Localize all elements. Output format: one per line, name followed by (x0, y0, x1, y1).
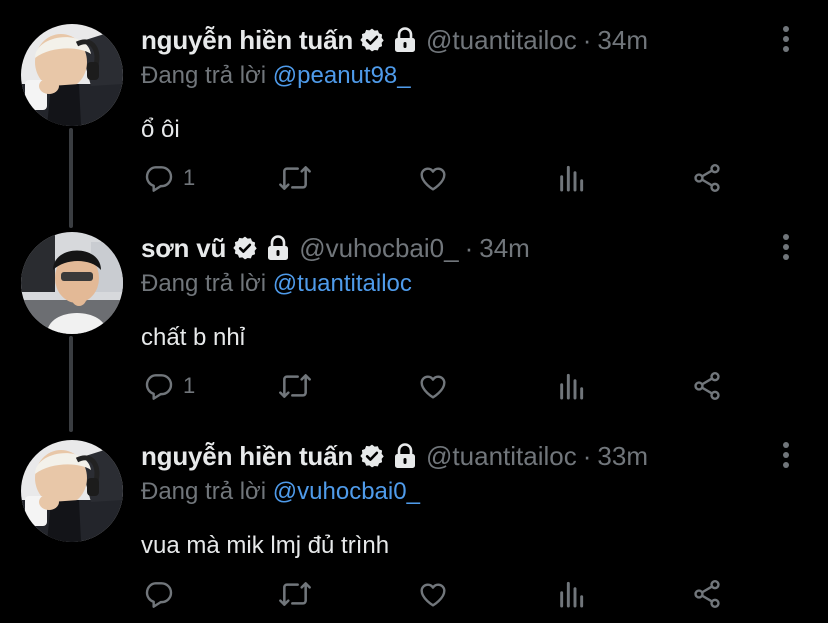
tweet-header: sơn vũ @vuhocbai0_ · 34m (141, 232, 530, 264)
share-icon (691, 578, 723, 610)
replying-to: Đang trả lời @tuantitailoc (141, 270, 412, 298)
separator: · (582, 24, 592, 55)
timestamp[interactable]: 33m (597, 441, 648, 472)
tweet-actions: 1 (141, 161, 781, 201)
views-icon (555, 578, 587, 610)
avatar[interactable] (21, 440, 123, 542)
display-name[interactable]: sơn vũ (141, 233, 226, 264)
avatar[interactable] (21, 24, 123, 126)
lock-icon (266, 235, 290, 261)
tweet[interactable]: nguyễn hiền tuấn @tuantitailoc · 33m Đan… (0, 440, 828, 620)
tweet-header: nguyễn hiền tuấn @tuantitailoc · 33m (141, 440, 648, 472)
username-handle[interactable]: @tuantitailoc (426, 25, 577, 56)
reply-icon (143, 162, 175, 194)
like-icon (417, 370, 449, 402)
more-icon[interactable] (780, 232, 792, 262)
reply-button[interactable]: 1 (143, 369, 195, 403)
retweet-icon (277, 370, 313, 402)
replying-to-label: Đang trả lời (141, 62, 267, 89)
retweet-icon (277, 162, 313, 194)
avatar[interactable] (21, 232, 123, 334)
username-handle[interactable]: @tuantitailoc (426, 441, 577, 472)
more-icon[interactable] (780, 24, 792, 54)
verified-badge-icon (359, 443, 385, 469)
like-button[interactable] (417, 577, 449, 611)
lock-icon (393, 443, 417, 469)
views-icon (555, 162, 587, 194)
tweet-text: ổ ôi (141, 116, 180, 143)
retweet-icon (277, 578, 313, 610)
verified-badge-icon (359, 27, 385, 53)
timestamp[interactable]: 34m (597, 25, 648, 56)
tweet-text: vua mà mik lmj đủ trình (141, 532, 390, 559)
display-name[interactable]: nguyễn hiền tuấn (141, 25, 353, 56)
reply-button[interactable]: 1 (143, 161, 195, 195)
mention-link[interactable]: @tuantitailoc (273, 270, 412, 297)
views-button[interactable] (555, 369, 587, 403)
mention-link[interactable]: @vuhocbai0_ (273, 478, 420, 505)
like-icon (417, 162, 449, 194)
like-button[interactable] (417, 369, 449, 403)
share-icon (691, 162, 723, 194)
replying-to-label: Đang trả lời (141, 478, 267, 505)
share-button[interactable] (691, 369, 723, 403)
reply-count: 1 (183, 165, 196, 190)
share-icon (691, 370, 723, 402)
timestamp[interactable]: 34m (479, 233, 530, 264)
share-button[interactable] (691, 577, 723, 611)
replying-to: Đang trả lời @vuhocbai0_ (141, 478, 420, 506)
views-button[interactable] (555, 577, 587, 611)
replying-to: Đang trả lời @peanut98_ (141, 62, 411, 90)
display-name[interactable]: nguyễn hiền tuấn (141, 441, 353, 472)
like-icon (417, 578, 449, 610)
views-icon (555, 370, 587, 402)
separator: · (582, 440, 592, 471)
reply-button[interactable] (143, 577, 183, 611)
retweet-button[interactable] (277, 577, 313, 611)
separator: · (464, 232, 474, 263)
tweet[interactable]: nguyễn hiền tuấn @tuantitailoc · 34m Đan… (0, 24, 828, 214)
tweet-actions: 1 (141, 369, 781, 409)
mention-link[interactable]: @peanut98_ (273, 62, 411, 89)
like-button[interactable] (417, 161, 449, 195)
reply-count: 1 (183, 373, 196, 398)
replying-to-label: Đang trả lời (141, 270, 267, 297)
retweet-button[interactable] (277, 161, 313, 195)
tweet-text: chất b nhỉ (141, 324, 246, 351)
username-handle[interactable]: @vuhocbai0_ (299, 233, 458, 264)
more-icon[interactable] (780, 440, 792, 470)
views-button[interactable] (555, 161, 587, 195)
reply-icon (143, 578, 175, 610)
retweet-button[interactable] (277, 369, 313, 403)
tweet[interactable]: sơn vũ @vuhocbai0_ · 34m Đang trả lời @t… (0, 232, 828, 422)
tweet-header: nguyễn hiền tuấn @tuantitailoc · 34m (141, 24, 648, 56)
share-button[interactable] (691, 161, 723, 195)
lock-icon (393, 27, 417, 53)
reply-icon (143, 370, 175, 402)
verified-badge-icon (232, 235, 258, 261)
tweet-actions (141, 577, 781, 617)
